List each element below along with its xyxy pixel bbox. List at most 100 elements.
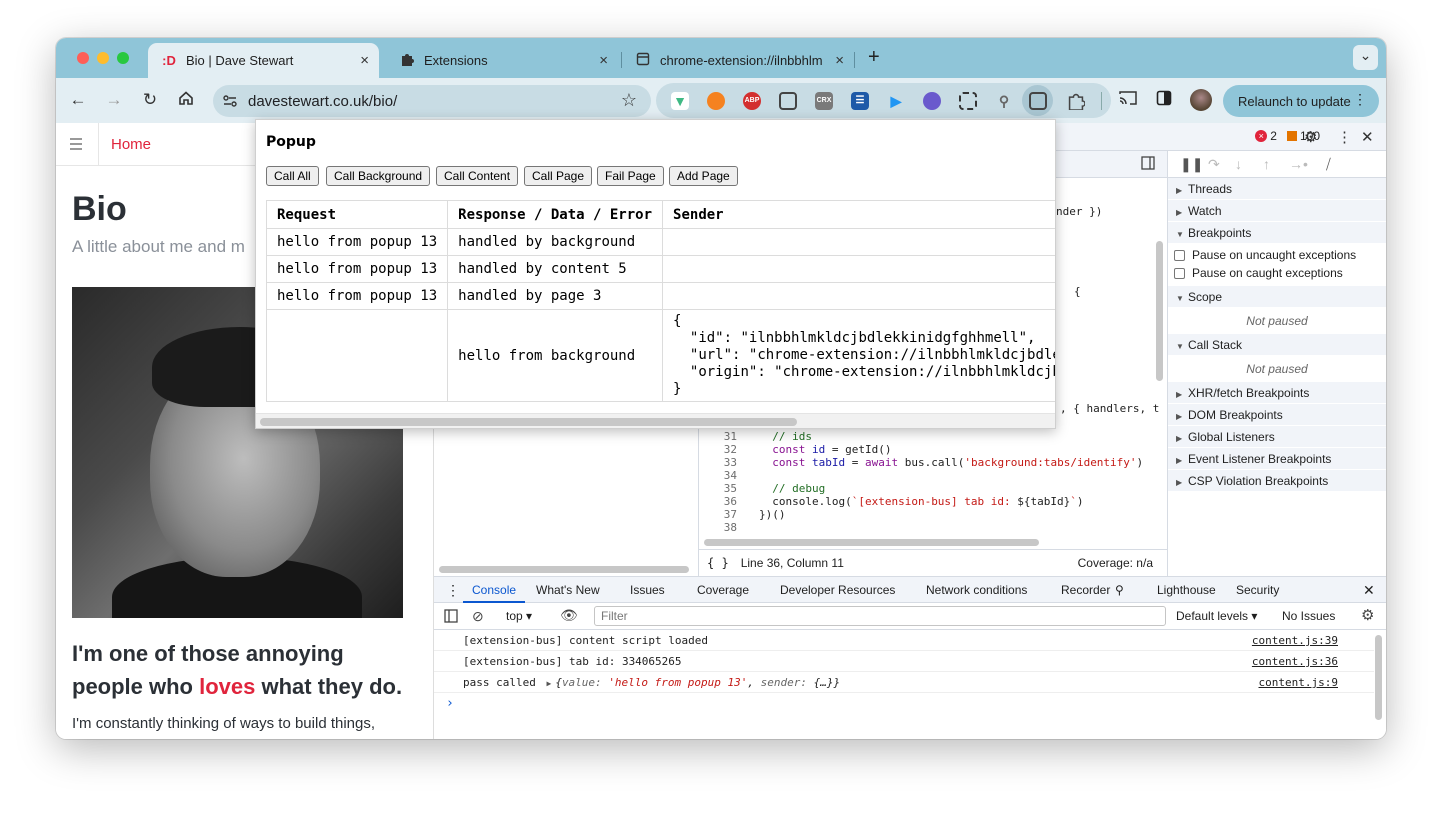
drawer-menu-icon[interactable]: ⋮ [446,577,460,603]
step-over-icon[interactable]: ↷ [1208,156,1220,173]
console-prompt[interactable]: › [434,693,1374,715]
close-devtools-icon[interactable]: ✕ [1361,128,1374,146]
deactivate-breakpoints-icon[interactable]: ⧸ [1326,156,1331,173]
xhr-breakpoints-section[interactable]: ▶ XHR/fetch Breakpoints [1168,382,1386,404]
fail-page-button[interactable]: Fail Page [597,166,664,186]
tab-search-button[interactable]: ⌄ [1353,45,1378,70]
minimize-window-button[interactable] [97,52,109,64]
line-number[interactable]: 38 [699,521,759,534]
relaunch-button[interactable]: Relaunch to update ⋮ [1223,85,1379,117]
settings-gear-icon[interactable]: ⚙ [1304,128,1317,146]
new-tab-button[interactable]: + [868,46,880,69]
home-icon[interactable] [176,90,196,111]
tab-bio[interactable]: :D Bio | Dave Stewart × [148,43,379,78]
console-settings-gear-icon[interactable]: ⚙ [1361,606,1374,624]
console-filter-input[interactable]: Filter [594,606,1166,626]
address-bar[interactable]: davestewart.co.uk/bio/ ☆ [213,85,651,117]
line-number[interactable]: 34 [699,469,759,482]
close-drawer-icon[interactable]: ✕ [1363,577,1375,603]
avatar[interactable] [1190,89,1212,111]
global-listeners-section[interactable]: ▶ Global Listeners [1168,426,1386,448]
call-all-button[interactable]: Call All [266,166,319,186]
cat-icon[interactable] [923,92,941,110]
tab-extensions[interactable]: Extensions × [386,43,618,78]
breakpoints-section[interactable]: ▼ Breakpoints [1168,222,1386,244]
hamburger-menu-icon[interactable] [70,138,82,153]
scope-section[interactable]: ▼ Scope [1168,286,1386,308]
log-levels-dropdown[interactable]: Default levels ▾ [1176,609,1257,623]
clear-console-icon[interactable]: ⊘ [472,608,484,625]
pause-uncaught-checkbox[interactable] [1174,249,1185,261]
popup-horizontal-scrollbar[interactable] [260,418,797,426]
reload-icon[interactable]: ↻ [140,90,160,110]
toggle-debugger-icon[interactable] [1141,156,1155,173]
context-selector[interactable]: top ▾ [506,609,532,623]
scan-icon[interactable] [959,92,977,110]
close-window-button[interactable] [77,52,89,64]
call-content-button[interactable]: Call Content [436,166,519,186]
line-number[interactable]: 32 [699,443,759,456]
pause-resume-icon[interactable]: ❚❚ [1180,156,1203,173]
tab-lighthouse[interactable]: Lighthouse [1157,577,1216,603]
live-expression-eye-icon[interactable]: 👁 [560,607,578,624]
console-scrollbar[interactable] [1375,635,1382,720]
forward-arrow-icon[interactable]: → [104,90,124,110]
crx-icon[interactable]: CRX [815,92,833,110]
columns-icon[interactable]: ☰ [851,92,869,110]
pause-uncaught-row[interactable]: Pause on uncaught exceptions [1168,246,1386,264]
message-source-link[interactable]: content.js:36 [1252,651,1338,672]
tab-whats-new[interactable]: What's New [536,577,600,603]
watch-section[interactable]: ▶ Watch [1168,200,1386,222]
cast-icon[interactable] [1118,90,1138,111]
tab-console[interactable]: Console [463,577,526,603]
navigator-scrollbar[interactable] [439,566,689,573]
dom-breakpoints-section[interactable]: ▶ DOM Breakpoints [1168,404,1386,426]
message-source-link[interactable]: content.js:39 [1252,630,1338,651]
expand-triangle-icon[interactable]: ▶ [546,679,551,688]
step-out-icon[interactable]: ↑ [1263,156,1270,172]
extension-bus-button[interactable] [1022,85,1053,116]
close-tab-icon[interactable]: × [599,52,608,69]
devtools-menu-icon[interactable]: ⋮ [1337,128,1352,146]
csp-violation-breakpoints-section[interactable]: ▶ CSP Violation Breakpoints [1168,470,1386,492]
puzzle-icon[interactable] [1067,92,1086,111]
line-number[interactable]: 31 [699,430,759,443]
issues-status[interactable]: No Issues [1282,609,1335,623]
console-sidebar-icon[interactable] [444,609,458,626]
close-tab-icon[interactable]: × [835,52,844,69]
side-panel-icon[interactable] [1154,90,1174,111]
step-into-icon[interactable]: ↓ [1235,156,1242,172]
play-icon[interactable]: ▶ [887,92,905,110]
editor-vertical-scrollbar[interactable] [1156,241,1163,381]
line-number[interactable]: 33 [699,456,759,469]
tab-recorder[interactable]: Recorder [1061,577,1110,603]
site-info-icon[interactable] [222,93,238,114]
fox-icon[interactable] [707,92,725,110]
zoom-window-button[interactable] [117,52,129,64]
tab-developer-resources[interactable]: Developer Resources [780,577,895,603]
pause-caught-checkbox[interactable] [1174,267,1185,279]
tab-issues[interactable]: Issues [630,577,665,603]
kebab-menu-icon[interactable]: ⋮ [1353,91,1367,108]
line-number[interactable]: 36 [699,495,759,508]
home-link[interactable]: Home [98,123,151,166]
tab-chrome-extension[interactable]: chrome-extension://ilnbbhlm × [622,43,854,78]
line-number[interactable]: 35 [699,482,759,495]
call-background-button[interactable]: Call Background [326,166,431,186]
tab-network-conditions[interactable]: Network conditions [926,577,1027,603]
screenshot-icon[interactable] [779,92,797,110]
vue-icon[interactable]: ▼ [671,92,689,110]
add-page-button[interactable]: Add Page [669,166,738,186]
pin-icon[interactable]: ⚲ [995,92,1013,110]
bookmark-star-icon[interactable]: ☆ [621,90,637,111]
line-number[interactable]: 37 [699,508,759,521]
pretty-print-icon[interactable]: { } [707,556,729,570]
event-listener-breakpoints-section[interactable]: ▶ Event Listener Breakpoints [1168,448,1386,470]
message-source-link[interactable]: content.js:9 [1259,672,1338,693]
editor-horizontal-scrollbar[interactable] [704,539,1039,546]
back-arrow-icon[interactable]: ← [68,90,88,110]
step-icon[interactable]: →• [1289,156,1308,172]
abp-icon[interactable]: ABP [743,92,761,110]
threads-section[interactable]: ▶ Threads [1168,178,1386,200]
tab-security[interactable]: Security [1236,577,1279,603]
